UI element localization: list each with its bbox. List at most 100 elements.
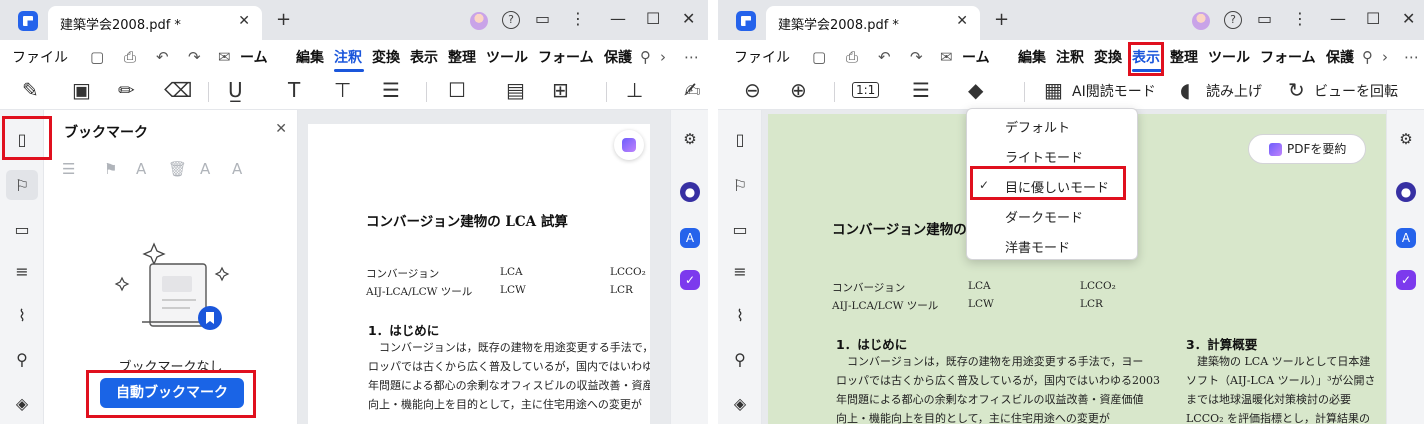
menu-tools[interactable]: ツール [1208, 47, 1250, 67]
read-aloud-label[interactable]: 読み上げ [1206, 81, 1262, 101]
menu-view[interactable]: 表示 [410, 47, 438, 67]
eraser-icon[interactable]: ⌫ [164, 78, 192, 102]
measure-icon[interactable]: ⊞ [552, 78, 569, 102]
shape-icon[interactable]: ☐ [448, 78, 466, 102]
menu-annotate[interactable]: 注釈 [1056, 47, 1084, 67]
print-icon[interactable]: ⎙ [846, 48, 858, 66]
bookmark-icon[interactable]: ⚐ [730, 176, 750, 196]
redo-icon[interactable]: ↷ [910, 48, 923, 66]
menu-file[interactable]: ファイル [12, 47, 68, 67]
underline-icon[interactable]: U̲ [228, 78, 243, 102]
menu-convert[interactable]: 変換 [372, 47, 400, 67]
attachment-icon[interactable]: ⌇ [730, 306, 750, 326]
ai-read-mode-label[interactable]: AI閲読モード [1072, 81, 1156, 101]
undo-icon[interactable]: ↶ [878, 48, 891, 66]
menu-tools[interactable]: ツール [486, 47, 528, 67]
save-icon[interactable]: ▢ [90, 48, 104, 66]
chevron-right-icon[interactable]: › [1382, 48, 1388, 66]
comment-icon[interactable]: ▤ [506, 78, 525, 102]
textbox-icon[interactable]: ⊤ [334, 78, 351, 102]
menu-annotate[interactable]: 注釈 [334, 47, 362, 67]
translate-icon[interactable]: A [1396, 228, 1416, 248]
menu-protect[interactable]: 保護 [604, 47, 632, 67]
menu-forms[interactable]: フォーム [538, 47, 594, 67]
menu-organize[interactable]: 整理 [1170, 47, 1198, 67]
document-tab[interactable]: 建築学会2008.pdf * ✕ [766, 6, 980, 40]
menu-organize[interactable]: 整理 [448, 47, 476, 67]
undo-icon[interactable]: ↶ [156, 48, 169, 66]
stamp-icon[interactable]: ⊥ [626, 78, 643, 102]
chevron-right-icon[interactable]: › [660, 48, 666, 66]
zoom-in-icon[interactable]: ⊕ [790, 78, 807, 102]
delete-icon[interactable]: 🗑 [168, 160, 187, 178]
menu-item-book[interactable]: 洋書モード [1005, 237, 1070, 256]
properties-icon[interactable]: ⚙ [1396, 130, 1416, 150]
maximize-button[interactable]: ☐ [646, 9, 660, 28]
search-icon[interactable]: ⚲ [12, 350, 32, 370]
menu-edit[interactable]: 編集 [1018, 47, 1046, 67]
translate-icon[interactable]: A [680, 228, 700, 248]
pdf-summary-button[interactable]: PDFを要約 [1248, 134, 1366, 164]
more-icon[interactable]: ⋯ [1404, 48, 1419, 66]
decrease-font-icon[interactable]: A [232, 160, 242, 178]
pencil-icon[interactable]: ✏ [118, 78, 135, 102]
menu-file[interactable]: ファイル [734, 47, 790, 67]
rotate-view-label[interactable]: ビューを回転 [1314, 81, 1398, 101]
menu-home[interactable]: ーム [962, 47, 990, 67]
zoom-out-icon[interactable]: ⊖ [744, 78, 761, 102]
page-layout-icon[interactable]: ☰ [912, 78, 930, 102]
avatar[interactable] [470, 12, 488, 30]
expand-icon[interactable]: ☰ [62, 160, 75, 178]
menu-convert[interactable]: 変換 [1094, 47, 1122, 67]
page-thumbnail-icon[interactable]: ▯ [12, 130, 32, 150]
menu-home[interactable]: ーム [240, 47, 268, 67]
mail-icon[interactable]: ✉ [218, 48, 231, 66]
ai-bookmark-icon[interactable]: A [136, 160, 146, 178]
menu-forms[interactable]: フォーム [1260, 47, 1316, 67]
more-icon[interactable]: ⋯ [684, 48, 699, 66]
save-icon[interactable]: ▢ [812, 48, 826, 66]
avatar[interactable] [1192, 12, 1210, 30]
search-icon[interactable]: ⚲ [1362, 48, 1373, 66]
search-icon[interactable]: ⚲ [730, 350, 750, 370]
check-task-icon[interactable]: ✓ [1396, 270, 1416, 290]
new-tab-button[interactable]: + [994, 9, 1009, 30]
document-tab[interactable]: 建築学会2008.pdf * ✕ [48, 6, 262, 40]
layers-icon[interactable]: ◈ [730, 394, 750, 414]
layers-list-icon[interactable]: ≡ [730, 262, 750, 282]
speaker-icon[interactable]: ◖ [1180, 78, 1191, 102]
mail-icon[interactable]: ✉ [940, 48, 953, 66]
print-icon[interactable]: ⎙ [124, 48, 136, 66]
properties-icon[interactable]: ⚙ [680, 130, 700, 150]
actual-size-button[interactable]: 1:1 [852, 82, 880, 98]
close-icon[interactable]: ✕ [275, 121, 287, 137]
minimize-button[interactable]: — [610, 9, 626, 28]
attachment-icon[interactable]: ⌇ [12, 306, 32, 326]
menu-view[interactable]: 表示 [1132, 47, 1160, 67]
comment-icon[interactable]: ▭ [12, 220, 32, 240]
tab-close-icon[interactable]: ✕ [238, 13, 250, 29]
layers-list-icon[interactable]: ≡ [12, 262, 32, 282]
more-menu-icon[interactable]: ⋮ [570, 9, 586, 28]
redo-icon[interactable]: ↷ [188, 48, 201, 66]
highlighter-icon[interactable]: ✎ [22, 78, 39, 102]
sticky-note-icon[interactable]: ▣ [72, 78, 91, 102]
more-menu-icon[interactable]: ⋮ [1292, 9, 1308, 28]
menu-item-default[interactable]: デフォルト [1005, 117, 1070, 136]
comment-icon[interactable]: ▭ [730, 220, 750, 240]
menu-item-dark[interactable]: ダークモード [1005, 207, 1083, 226]
search-icon[interactable]: ⚲ [640, 48, 651, 66]
menu-edit[interactable]: 編集 [296, 47, 324, 67]
rotate-icon[interactable]: ↻ [1288, 78, 1305, 102]
maximize-button[interactable]: ☐ [1366, 9, 1380, 28]
menu-item-eye-care[interactable]: 目に優しいモード [1005, 177, 1109, 196]
callout-icon[interactable]: ☰ [382, 78, 400, 102]
increase-font-icon[interactable]: A [200, 160, 210, 178]
feedback-icon[interactable]: ▭ [1257, 9, 1272, 28]
tab-close-icon[interactable]: ✕ [956, 13, 968, 29]
layers-icon[interactable]: ◈ [12, 394, 32, 414]
text-icon[interactable]: T [288, 78, 300, 102]
check-task-icon[interactable]: ✓ [680, 270, 700, 290]
feedback-icon[interactable]: ▭ [535, 9, 550, 28]
menu-protect[interactable]: 保護 [1326, 47, 1354, 67]
